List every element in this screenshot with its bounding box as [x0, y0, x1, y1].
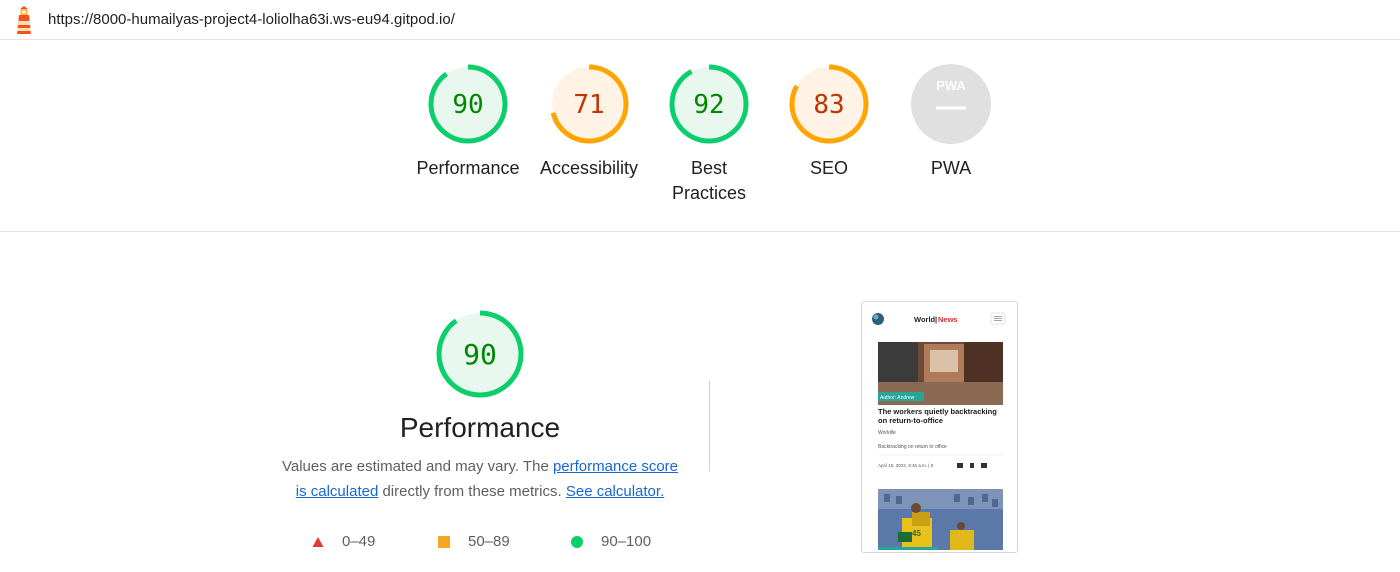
lighthouse-logo-icon [17, 6, 31, 34]
performance-description: Values are estimated and may vary. The p… [280, 454, 680, 504]
legend-pass-range: 90–100 [601, 533, 652, 550]
comment-icon [957, 463, 963, 468]
performance-gauge-large: 90 [436, 310, 524, 398]
gauge-performance[interactable]: 90 Performance [403, 62, 533, 181]
thumb-headline: The workers quietly backtracking on retu… [878, 407, 997, 425]
gauge-seo[interactable]: 83 SEO [764, 62, 894, 181]
performance-section: 90 Performance Values are estimated and … [280, 308, 680, 504]
thumbnail-page: World | News Author: Andrew The workers … [864, 304, 1015, 550]
category-gauges: 90 Performance 71 Accessibility 92 Best … [0, 40, 1400, 232]
gauge-seo-score: 83 [813, 90, 844, 120]
trash-icon [970, 463, 974, 468]
triangle-icon [312, 536, 324, 547]
final-screenshot-thumbnail[interactable]: World | News Author: Andrew The workers … [861, 301, 1018, 553]
gauge-seo-ring: 83 [789, 64, 869, 144]
thumb-player-number: 45 [912, 529, 921, 538]
legend-average: 50–89 [438, 533, 510, 550]
gauge-seo-label: SEO [809, 158, 848, 178]
pwa-badge-icon: PWA — [911, 64, 991, 144]
svg-text:Author: Andrew: Author: Andrew [880, 395, 915, 401]
gauge-best-practices-label-line1: Best [690, 158, 728, 178]
thumb-category: Worklife [878, 430, 896, 436]
gauge-accessibility[interactable]: 71 Accessibility [524, 62, 654, 181]
desc-text-2: directly from these metrics. [378, 483, 566, 500]
gauge-best-practices-label: Best Practices [644, 156, 774, 206]
legend-pass: 90–100 [571, 533, 651, 550]
thumbnail-content: World | News Author: Andrew The workers … [864, 304, 1015, 550]
section-divider [709, 381, 710, 471]
gauge-pwa-label: PWA [930, 158, 972, 178]
globe-icon [872, 313, 884, 325]
edit-icon [981, 463, 987, 468]
thumb-brand-news: News [938, 315, 958, 324]
pwa-score-dash: — [936, 90, 966, 123]
gauge-accessibility-ring: 71 [549, 64, 629, 144]
gauge-performance-label: Performance [416, 158, 520, 178]
gauge-best-practices[interactable]: 92 Best Practices [644, 62, 774, 206]
gauge-performance-score: 90 [452, 90, 483, 120]
legend-fail: 0–49 [312, 533, 375, 550]
gauge-best-practices-score: 92 [693, 90, 724, 120]
thumb-summary: Backtracking on return to office [878, 444, 947, 450]
thumb-meta: April 15, 2023, 9:45 a.m. | 0 [878, 463, 934, 468]
gauge-accessibility-label: Accessibility [539, 158, 639, 178]
see-calculator-link[interactable]: See calculator. [566, 483, 664, 500]
page-url[interactable]: https://8000-humailyas-project4-loliolha… [48, 11, 455, 28]
performance-title: Performance [399, 412, 561, 443]
gauge-best-practices-label-line2: Practices [671, 183, 747, 203]
thumb-brand-world: World [914, 315, 936, 324]
report-header: https://8000-humailyas-project4-loliolha… [0, 0, 1400, 40]
legend-fail-range: 0–49 [342, 533, 376, 550]
circle-icon [571, 535, 583, 548]
gauge-performance-ring: 90 [428, 64, 508, 144]
desc-text-1: Values are estimated and may vary. The [281, 458, 553, 475]
score-legend: 0–49 50–89 90–100 [0, 533, 1400, 553]
performance-score-large: 90 [463, 338, 497, 371]
legend-average-range: 50–89 [468, 533, 510, 550]
gauge-best-practices-ring: 92 [669, 64, 749, 144]
square-icon [438, 535, 450, 548]
gauge-accessibility-score: 71 [573, 90, 604, 120]
thumb-brand-sep: | [935, 315, 937, 324]
gauge-pwa[interactable]: PWA — PWA [886, 62, 1016, 181]
